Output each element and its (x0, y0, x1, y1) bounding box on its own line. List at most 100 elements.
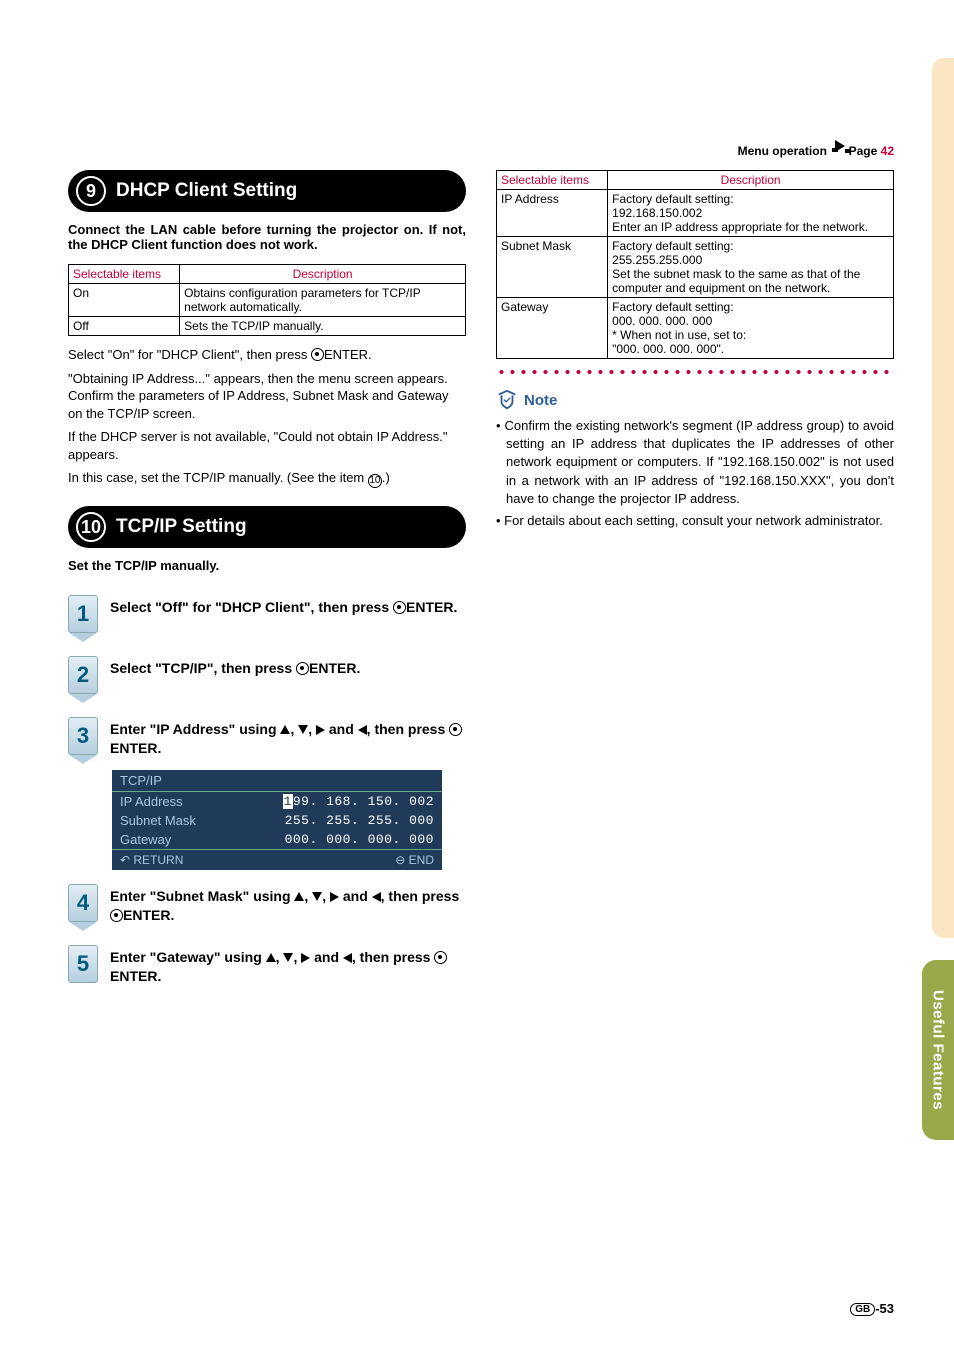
subnet-item: Subnet Mask (497, 237, 608, 298)
step-5: 5 Enter "Gateway" using , , and , then p… (68, 945, 466, 986)
s9-p4b: .) (382, 470, 390, 485)
arrow-right-icon (330, 892, 339, 902)
dhcp-table-head-desc: Description (180, 265, 466, 284)
s9-p4a: In this case, set the TCP/IP manually. (… (68, 470, 368, 485)
section-9-para1: Select "On" for "DHCP Client", then pres… (68, 346, 466, 364)
dhcp-desc-on: Obtains configuration parameters for TCP… (180, 284, 466, 317)
ip-rest: 99. 168. 150. 002 (293, 794, 434, 809)
s2a: Select "TCP/IP", then press (110, 660, 296, 676)
subnet-label: Subnet Mask (120, 813, 196, 828)
arrow-down-icon (283, 953, 293, 962)
ip-value: 199. 168. 150. 002 (283, 794, 434, 809)
enter-icon (434, 951, 447, 964)
arrow-up-icon (294, 892, 304, 901)
note-list: Confirm the existing network's segment (… (496, 417, 894, 530)
dhcp-table-head-items: Selectable items (69, 265, 180, 284)
subnet-value: 255. 255. 255. 000 (285, 813, 434, 828)
arrow-left-icon (343, 953, 352, 963)
dhcp-item-off: Off (69, 317, 180, 336)
table-row: Gateway Factory default setting: 000. 00… (497, 298, 894, 359)
s3c: , then press (367, 721, 449, 737)
return-label: ↶ RETURN (120, 853, 183, 867)
step-badge-4: 4 (68, 884, 102, 931)
section-9-number: 9 (76, 176, 106, 206)
arrow-down-icon (312, 892, 322, 901)
arrow-left-icon (372, 892, 381, 902)
rl: RETURN (133, 853, 183, 867)
region-badge: GB (850, 1303, 875, 1316)
tcpip-panel: TCP/IP IP Address 199. 168. 150. 002 Sub… (112, 770, 442, 870)
s3d: ENTER. (110, 740, 161, 756)
gateway-desc: Factory default setting: 000. 000. 000. … (608, 298, 894, 359)
menu-op-page-num: 42 (881, 144, 894, 158)
tcpip-row-subnet: Subnet Mask 255. 255. 255. 000 (112, 811, 442, 830)
table-row: Off Sets the TCP/IP manually. (69, 317, 466, 336)
ref-10-icon: 10 (368, 474, 382, 488)
table-row: Subnet Mask Factory default setting: 255… (497, 237, 894, 298)
step-3: 3 Enter "IP Address" using , , and , the… (68, 717, 466, 764)
section-10-number: 10 (76, 512, 106, 542)
step-2: 2 Select "TCP/IP", then press ENTER. (68, 656, 466, 703)
dhcp-item-on: On (69, 284, 180, 317)
gateway-label: Gateway (120, 832, 171, 847)
s1b: ENTER. (406, 599, 457, 615)
s5b: and (310, 949, 343, 965)
note-heading: Note (496, 389, 894, 411)
step-1-text: Select "Off" for "DHCP Client", then pre… (110, 595, 466, 617)
section-10-intro: Set the TCP/IP manually. (68, 558, 466, 573)
arrow-right-icon (835, 140, 845, 152)
menu-op-label: Menu operation (738, 144, 827, 158)
s4c: , then press (381, 888, 460, 904)
tcpip-table-head-desc: Description (608, 171, 894, 190)
gateway-value: 000. 000. 000. 000 (285, 832, 434, 847)
ip-cursor: 1 (283, 794, 293, 809)
page-num-value: -53 (875, 1301, 894, 1316)
enter-icon (311, 348, 324, 361)
el: END (409, 853, 434, 867)
section-9-para2: "Obtaining IP Address..." appears, then … (68, 370, 466, 423)
note-divider-dots (496, 369, 894, 375)
step-badge-5: 5 (68, 945, 102, 983)
end-label: ⊖ END (395, 853, 434, 867)
section-10-title: TCP/IP Setting (116, 516, 247, 538)
page-number: GB-53 (850, 1301, 894, 1316)
s1a: Select "Off" for "DHCP Client", then pre… (110, 599, 393, 615)
section-9-para4: In this case, set the TCP/IP manually. (… (68, 469, 466, 488)
step-badge-2: 2 (68, 656, 102, 703)
subnet-desc: Factory default setting: 255.255.255.000… (608, 237, 894, 298)
section-9-para3: If the DHCP server is not available, "Co… (68, 428, 466, 463)
ip-item: IP Address (497, 190, 608, 237)
s5d: ENTER. (110, 968, 161, 984)
arrow-left-icon (358, 725, 367, 735)
s3a: Enter "IP Address" using (110, 721, 280, 737)
step-4-text: Enter "Subnet Mask" using , , and , then… (110, 884, 466, 925)
s9-p1b: ENTER. (324, 347, 372, 362)
section-10-header: 10 TCP/IP Setting (68, 506, 466, 548)
arrow-down-icon (298, 725, 308, 734)
dhcp-table: Selectable items Description On Obtains … (68, 264, 466, 336)
enter-icon (296, 662, 309, 675)
s5c: , then press (352, 949, 434, 965)
tcpip-row-ip: IP Address 199. 168. 150. 002 (112, 792, 442, 811)
s2b: ENTER. (309, 660, 360, 676)
enter-icon (449, 723, 462, 736)
enter-icon (110, 909, 123, 922)
tcpip-row-gateway: Gateway 000. 000. 000. 000 (112, 830, 442, 849)
step-badge-3: 3 (68, 717, 102, 764)
s9-p1a: Select "On" for "DHCP Client", then pres… (68, 347, 311, 362)
enter-icon (393, 601, 406, 614)
note-item-1: Confirm the existing network's segment (… (496, 417, 894, 508)
table-row: On Obtains configuration parameters for … (69, 284, 466, 317)
s4b: and (339, 888, 372, 904)
step-3-text: Enter "IP Address" using , , and , then … (110, 717, 466, 758)
gateway-item: Gateway (497, 298, 608, 359)
ip-label: IP Address (120, 794, 183, 809)
menu-op-page-label: Page (849, 144, 878, 158)
step-1: 1 Select "Off" for "DHCP Client", then p… (68, 595, 466, 642)
s5a: Enter "Gateway" using (110, 949, 266, 965)
s3b: and (325, 721, 358, 737)
step-5-text: Enter "Gateway" using , , and , then pre… (110, 945, 466, 986)
ip-desc: Factory default setting: 192.168.150.002… (608, 190, 894, 237)
arrow-up-icon (280, 725, 290, 734)
note-icon (496, 389, 518, 411)
